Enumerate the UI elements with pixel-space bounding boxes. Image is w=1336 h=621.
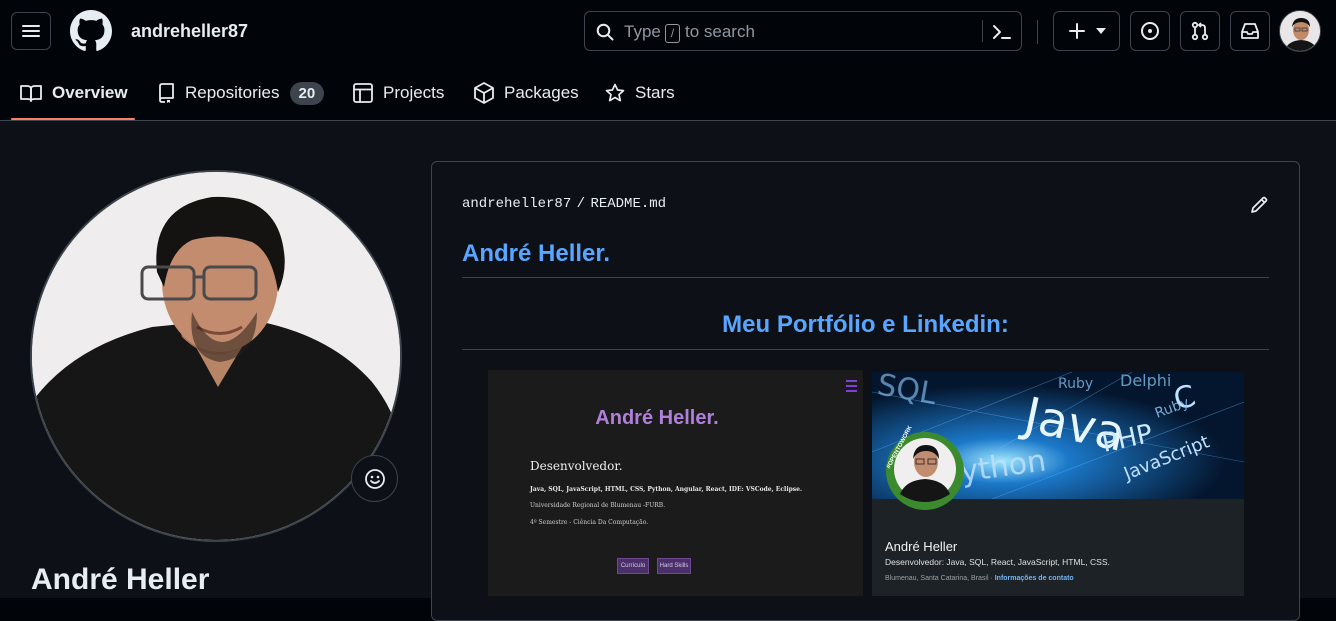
profile-nav: Overview Repositories 20 Projects Packag…: [0, 64, 1336, 121]
portfolio-menu-icon: [846, 380, 857, 392]
main-content: André Heller andreheller87 / README.md A…: [0, 121, 1336, 621]
search-placeholder-prefix: Type: [624, 22, 661, 41]
tab-overview[interactable]: Overview: [20, 78, 128, 108]
repo-icon: [159, 83, 174, 103]
create-new-button[interactable]: [1053, 11, 1120, 51]
edit-pencil-icon[interactable]: [1249, 195, 1269, 215]
linkedin-name: André Heller: [885, 539, 958, 554]
search-icon: [596, 23, 614, 41]
tab-projects-label: Projects: [383, 83, 445, 102]
header-username[interactable]: andreheller87: [131, 21, 248, 42]
readme-card: andreheller87 / README.md André Heller. …: [431, 161, 1300, 621]
readme-heading-2: Meu Portfólio e Linkedin:: [722, 311, 1009, 338]
portfolio-hardskills-button: Hard Skills: [657, 558, 691, 574]
user-avatar-button[interactable]: [1279, 10, 1321, 52]
git-pull-request-icon: [1191, 21, 1209, 41]
profile-name: André Heller: [31, 563, 210, 596]
search-divider: [982, 20, 983, 42]
portfolio-title: André Heller.: [595, 407, 719, 429]
github-octocat-icon: [70, 10, 112, 51]
table-icon: [353, 83, 373, 103]
issue-opened-icon: [1141, 22, 1159, 40]
github-logo[interactable]: [70, 10, 112, 52]
readme-path-file[interactable]: README.md: [590, 196, 666, 212]
caret-down-icon: [1095, 28, 1106, 34]
header-divider: [1037, 20, 1038, 44]
tab-repositories-label: Repositories: [185, 83, 280, 102]
issues-button[interactable]: [1130, 11, 1170, 51]
repositories-count-badge: 20: [289, 81, 325, 105]
package-icon: [474, 82, 494, 104]
profile-avatar[interactable]: [30, 170, 402, 542]
tab-overview-underline: [11, 118, 135, 120]
readme-path-user[interactable]: andreheller87: [462, 196, 571, 212]
readme-heading-2-rule: [462, 349, 1269, 350]
book-icon: [20, 85, 42, 102]
smiley-icon: [364, 468, 385, 489]
linkedin-location: Blumenau, Santa Catarina, Brasil: [885, 575, 989, 582]
tab-stars-label: Stars: [635, 83, 675, 102]
profile-photo: [32, 172, 400, 540]
pull-requests-button[interactable]: [1180, 11, 1220, 51]
command-palette-icon[interactable]: [992, 23, 1012, 41]
readme-heading-1-rule: [462, 277, 1269, 278]
tab-stars[interactable]: Stars: [605, 78, 675, 108]
inbox-icon: [1241, 23, 1259, 39]
tab-projects[interactable]: Projects: [353, 78, 444, 108]
inbox-button[interactable]: [1230, 11, 1270, 51]
tab-repositories[interactable]: Repositories 20: [157, 78, 325, 108]
plus-icon: [1068, 23, 1085, 39]
hamburger-icon: [22, 25, 40, 37]
search-placeholder-suffix: to search: [685, 22, 755, 41]
menu-button[interactable]: [11, 12, 51, 50]
readme-path: andreheller87 / README.md: [462, 196, 666, 212]
set-status-button[interactable]: [351, 455, 398, 502]
search-input[interactable]: Type / to search: [584, 11, 1022, 51]
readme-path-separator: /: [576, 196, 586, 212]
banner-word-ruby: Ruby: [1058, 376, 1093, 392]
portfolio-role: Desenvolvedor.: [530, 459, 623, 473]
linkedin-contact-link: Informações de contato: [994, 575, 1074, 582]
readme-heading-1: André Heller.: [462, 240, 611, 267]
linkedin-headline: Desenvolvedor: Java, SQL, React, JavaScr…: [885, 557, 1110, 567]
tab-packages[interactable]: Packages: [474, 78, 579, 108]
portfolio-skills: Java, SQL, JavaScript, HTML, CSS, Python…: [530, 486, 803, 493]
linkedin-location-line: Blumenau, Santa Catarina, Brasil · Infor…: [885, 575, 1074, 582]
banner-word-delphi: Delphi: [1120, 372, 1171, 390]
tab-packages-label: Packages: [504, 83, 579, 102]
search-shortcut-key: /: [665, 24, 680, 43]
top-bar: andreheller87 Type / to search: [0, 0, 1336, 64]
tab-overview-label: Overview: [52, 83, 128, 102]
linkedin-preview-image[interactable]: SQL Java PHP JavaScript Ruby C ython Rub…: [872, 372, 1244, 596]
portfolio-preview-image[interactable]: André Heller. Desenvolvedor. Java, SQL, …: [488, 370, 863, 596]
star-icon: [605, 83, 625, 102]
portfolio-semester: 4º Semestre - Ciência Da Computação.: [530, 519, 649, 526]
portfolio-cv-button: Currículo: [617, 558, 649, 574]
portfolio-university: Universidade Regional de Blumenau -FURB.: [530, 502, 666, 509]
avatar: [1280, 11, 1320, 51]
